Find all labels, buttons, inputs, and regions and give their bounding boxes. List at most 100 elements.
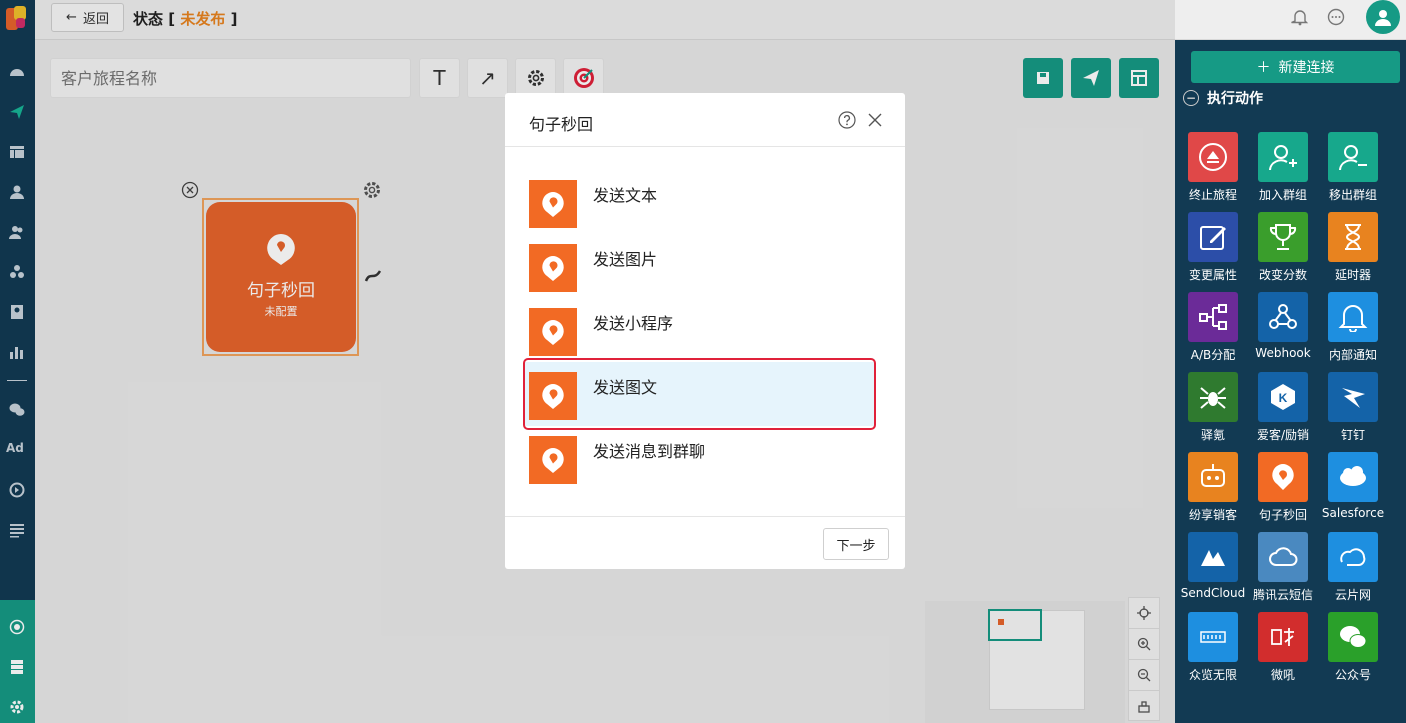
modal-option[interactable]: 发送图片: [529, 234, 873, 298]
juzi-icon: [1272, 464, 1294, 490]
action-tile[interactable]: [1328, 292, 1378, 342]
wechat-icon: [1340, 626, 1367, 648]
action-aike[interactable]: K 爱客/励销: [1250, 372, 1316, 443]
action-spider[interactable]: 驿氪: [1180, 372, 1246, 443]
action-label: 云片网: [1334, 588, 1371, 602]
action-label: Webhook: [1255, 346, 1311, 360]
zhonglan-icon: [1200, 631, 1226, 643]
action-label: 众览无限: [1188, 668, 1237, 682]
dingtalk-icon: [1342, 388, 1365, 408]
action-tile[interactable]: [1258, 532, 1308, 582]
action-tile[interactable]: [1188, 612, 1238, 662]
ab-split-icon: [1199, 304, 1227, 330]
action-ab-split[interactable]: A/B分配: [1180, 292, 1246, 363]
action-hourglass[interactable]: 延时器: [1320, 212, 1386, 283]
modal-option-label: 发送小程序: [593, 314, 674, 333]
action-tile[interactable]: [1328, 372, 1378, 422]
modal-option-label: 发送图片: [593, 250, 658, 269]
collapse-icon: −: [1183, 90, 1199, 106]
action-label: 改变分数: [1258, 268, 1307, 282]
action-tile[interactable]: [1188, 132, 1238, 182]
action-label: Salesforce: [1321, 506, 1385, 520]
action-tile[interactable]: [1188, 532, 1238, 582]
next-step-button[interactable]: 下一步: [823, 528, 889, 560]
action-label: 延时器: [1334, 268, 1371, 282]
right-panel: ＋ 新建连接 − 执行动作 终止旅程 加入群组 移出群组变更属性 改变分数 延时器 A/B…: [1175, 40, 1406, 723]
yunpian-icon: [1340, 548, 1366, 566]
action-juzi[interactable]: 句子秒回: [1250, 452, 1316, 523]
bell-icon[interactable]: [1291, 8, 1309, 26]
action-salesforce[interactable]: Salesforce: [1320, 452, 1386, 520]
aike-icon: K: [1271, 384, 1295, 410]
action-tencent-cloud[interactable]: 腾讯云短信: [1250, 532, 1316, 603]
modal-option-label: 发送消息到群聊: [593, 442, 706, 461]
new-connection-button[interactable]: ＋ 新建连接: [1191, 51, 1400, 83]
action-tile[interactable]: [1328, 612, 1378, 662]
action-label: 终止旅程: [1188, 188, 1237, 202]
modal-option[interactable]: 发送文本: [529, 170, 873, 234]
action-tile[interactable]: [1328, 452, 1378, 502]
action-webhook[interactable]: Webhook: [1250, 292, 1316, 360]
action-tile[interactable]: [1258, 292, 1308, 342]
action-tile[interactable]: [1328, 132, 1378, 182]
action-fxiaoke[interactable]: 纷享销客: [1180, 452, 1246, 523]
help-icon[interactable]: [838, 111, 856, 129]
action-label: SendCloud: [1180, 586, 1246, 600]
modal-option[interactable]: 发送小程序: [529, 298, 873, 362]
action-label: 内部通知: [1328, 348, 1377, 362]
chat-icon[interactable]: [1327, 8, 1345, 26]
selected-option-highlight: [523, 358, 876, 430]
action-weihou[interactable]: 微吼: [1250, 612, 1316, 683]
action-tile[interactable]: [1258, 612, 1308, 662]
plus-icon: ＋: [1256, 60, 1271, 76]
action-tile[interactable]: [1258, 132, 1308, 182]
juzi-option-icon: [529, 308, 577, 356]
add-group-icon: [1269, 145, 1297, 171]
hourglass-icon: [1345, 224, 1361, 250]
action-remove-group[interactable]: 移出群组: [1320, 132, 1386, 203]
action-stop-journey[interactable]: 终止旅程: [1180, 132, 1246, 203]
action-label: 移出群组: [1328, 188, 1377, 202]
modal-header: 句子秒回: [505, 93, 905, 147]
section-header-actions[interactable]: − 执行动作: [1183, 88, 1263, 108]
action-tile[interactable]: [1258, 452, 1308, 502]
action-label: 加入群组: [1258, 188, 1307, 202]
action-tile[interactable]: [1188, 372, 1238, 422]
action-label: 爱客/励销: [1256, 428, 1310, 442]
modal-option[interactable]: 发送消息到群聊: [529, 426, 873, 490]
action-tile[interactable]: [1188, 452, 1238, 502]
action-tile[interactable]: [1258, 212, 1308, 262]
webhook-icon: [1269, 304, 1297, 329]
action-edit-attribute[interactable]: 变更属性: [1180, 212, 1246, 283]
action-tile[interactable]: [1188, 212, 1238, 262]
bell-icon: [1338, 305, 1368, 332]
juzi-action-modal: 句子秒回 发送文本 发送图片 发送小程序 发送图文 发送消息到群聊 下一步: [505, 93, 905, 569]
svg-text:K: K: [1279, 391, 1288, 405]
action-label: 驿氪: [1200, 428, 1225, 442]
action-label: 变更属性: [1188, 268, 1237, 282]
action-wechat[interactable]: 公众号: [1320, 612, 1386, 683]
action-zhonglan[interactable]: 众览无限: [1180, 612, 1246, 683]
modal-footer: 下一步: [505, 516, 905, 569]
action-tile[interactable]: [1188, 292, 1238, 342]
salesforce-icon: [1340, 466, 1366, 486]
action-label: 腾讯云短信: [1252, 588, 1313, 602]
action-tile[interactable]: [1328, 212, 1378, 262]
juzi-option-icon: [529, 436, 577, 484]
trophy-icon: [1269, 224, 1297, 250]
action-sendcloud[interactable]: SendCloud: [1180, 532, 1246, 600]
close-icon[interactable]: [866, 111, 884, 129]
action-tile[interactable]: K: [1258, 372, 1308, 422]
action-bell[interactable]: 内部通知: [1320, 292, 1386, 363]
user-avatar-icon: [1375, 10, 1391, 26]
action-trophy[interactable]: 改变分数: [1250, 212, 1316, 283]
modal-option-label: 发送文本: [593, 186, 658, 205]
stop-journey-icon: [1199, 143, 1227, 171]
edit-attribute-icon: [1200, 226, 1226, 250]
action-add-group[interactable]: 加入群组: [1250, 132, 1316, 203]
action-tile[interactable]: [1328, 532, 1378, 582]
action-dingtalk[interactable]: 钉钉: [1320, 372, 1386, 443]
avatar[interactable]: [1366, 0, 1400, 34]
action-yunpian[interactable]: 云片网: [1320, 532, 1386, 603]
juzi-option-icon: [529, 244, 577, 292]
